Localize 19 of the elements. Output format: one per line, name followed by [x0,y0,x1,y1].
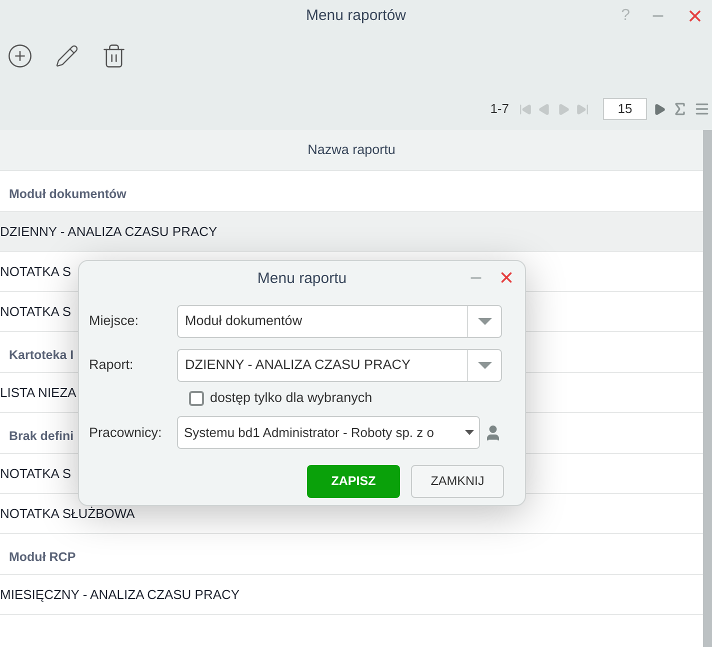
table-cell-text: NOTATKA SŁUŻBOWA [0,504,135,523]
group-label: Kartoteka I [9,347,74,364]
table-cell-text: NOTATKA S [0,302,72,321]
field-label: Miejsce: [89,312,140,330]
dialog-title: Menu raportu [257,268,347,289]
checkbox-label: dostęp tylko dla wybranych [210,389,372,407]
window-title: Menu raportów [306,6,406,26]
group-label: Moduł RCP [9,549,76,566]
field-label: Raport: [89,356,134,374]
page-range: 1-7 [490,100,509,118]
group-label: Moduł dokumentów [9,186,126,204]
group-label: Brak defini [9,428,74,446]
table-cell-text: LISTA NIEZA [0,384,76,402]
table-cell-text: NOTATKA S [0,262,72,281]
table-cell-text: DZIENNY - ANALIZA CZASU PRACY [0,222,218,241]
field-label: Pracownicy: [89,424,163,442]
table-cell-text: MIESIĘCZNY - ANALIZA CZASU PRACY [0,586,240,604]
table-cell-text: NOTATKA S [0,464,72,483]
column-header: Nazwa raportu [308,140,396,159]
